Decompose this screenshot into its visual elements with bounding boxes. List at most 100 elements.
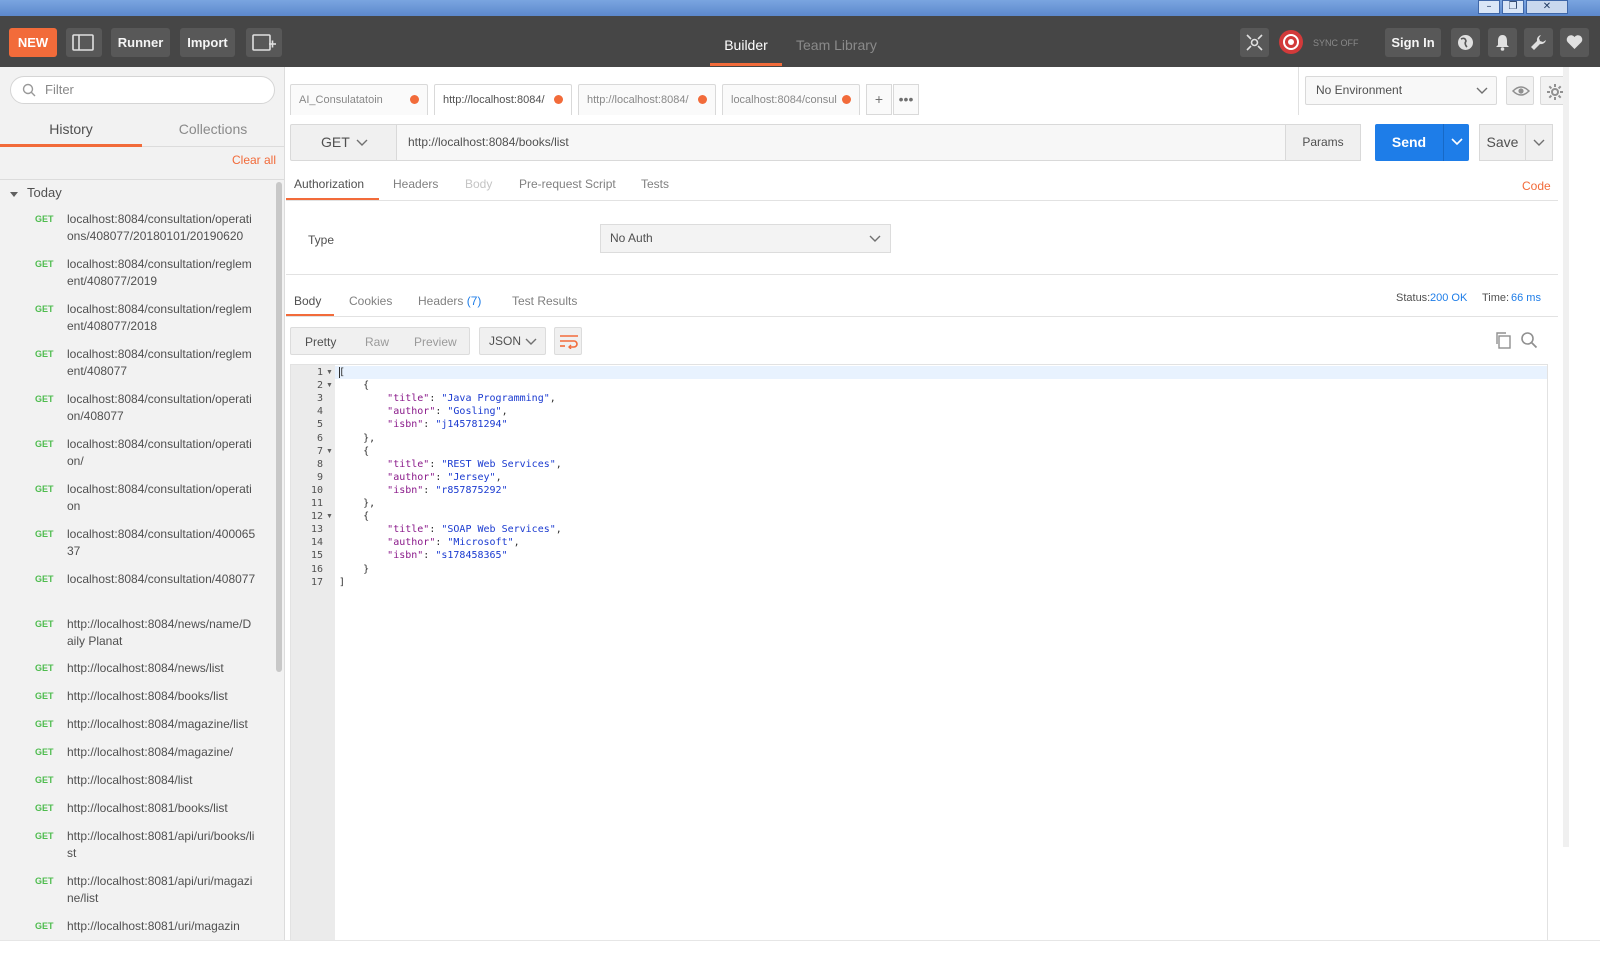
- history-item[interactable]: GET http://localhost:8084/books/list: [0, 688, 275, 712]
- environment-value: No Environment: [1316, 83, 1403, 97]
- sidebar-layout-icon: [72, 34, 94, 51]
- params-button[interactable]: Params: [1285, 124, 1361, 161]
- divider: [0, 179, 285, 180]
- request-tab[interactable]: http://localhost:8084/: [578, 84, 716, 115]
- add-tab-button[interactable]: +: [866, 84, 892, 115]
- save-options-button[interactable]: [1525, 124, 1553, 161]
- gear-icon: [1547, 84, 1563, 100]
- clear-all-link[interactable]: Clear all: [232, 153, 276, 167]
- method-badge: GET: [35, 439, 54, 449]
- method-badge: GET: [35, 214, 54, 224]
- history-item[interactable]: GET http://localhost:8081/api/uri/magazin…: [0, 873, 275, 915]
- sidebar-scrollbar[interactable]: [276, 182, 282, 672]
- tab-history[interactable]: History: [0, 115, 142, 147]
- request-tab-label: localhost:8084/consul: [731, 94, 837, 106]
- eye-icon: [1512, 86, 1530, 96]
- method-select[interactable]: GET: [290, 124, 397, 161]
- format-select[interactable]: JSON: [479, 327, 546, 355]
- tab-cookies[interactable]: Cookies: [349, 294, 392, 308]
- history-item[interactable]: GET localhost:8084/consultation/40006537: [0, 526, 275, 568]
- minimize-button[interactable]: –: [1478, 0, 1500, 14]
- time-value[interactable]: 66 ms: [1511, 292, 1541, 304]
- history-item[interactable]: GET localhost:8084/consultation/operation…: [0, 391, 275, 433]
- interceptor-button[interactable]: [1240, 28, 1269, 57]
- method-badge: GET: [35, 719, 54, 729]
- tab-body[interactable]: Body: [465, 177, 492, 191]
- plus-icon: +: [874, 91, 884, 107]
- tab-response-headers[interactable]: Headers (7): [418, 294, 481, 308]
- code-link[interactable]: Code: [1522, 179, 1551, 193]
- history-item[interactable]: GET http://localhost:8084/news/list: [0, 660, 275, 684]
- request-tab[interactable]: localhost:8084/consul: [722, 84, 860, 115]
- main-panel: AI_Consulatatoin http://localhost:8084/ …: [286, 67, 1600, 961]
- history-item[interactable]: GET http://localhost:8084/magazine/list: [0, 716, 275, 740]
- history-item[interactable]: GET localhost:8084/consultation/operation…: [0, 436, 275, 478]
- tab-pre-request-script[interactable]: Pre-request Script: [519, 177, 616, 191]
- notifications-button[interactable]: [1488, 28, 1517, 57]
- new-window-button[interactable]: [246, 28, 282, 57]
- settings-button[interactable]: [1524, 28, 1553, 57]
- search-icon[interactable]: [1520, 331, 1538, 349]
- fold-toggle-icon[interactable]: ▼: [326, 448, 333, 455]
- sync-status-icon[interactable]: [1277, 28, 1305, 56]
- request-tab[interactable]: http://localhost:8084/: [434, 84, 572, 115]
- sign-in-button[interactable]: Sign In: [1385, 28, 1441, 57]
- line-number: 15: [310, 550, 323, 562]
- history-item[interactable]: GET http://localhost:8081/uri/magazin: [0, 918, 275, 942]
- tab-response-body[interactable]: Body: [294, 294, 321, 308]
- close-window-button[interactable]: ✕: [1526, 0, 1568, 14]
- fold-toggle-icon[interactable]: ▼: [326, 513, 333, 520]
- history-item[interactable]: GET http://localhost:8084/magazine/: [0, 744, 275, 768]
- tab-test-results[interactable]: Test Results: [512, 294, 577, 308]
- method-value: GET: [321, 134, 350, 150]
- save-button[interactable]: Save: [1479, 124, 1526, 161]
- runner-button[interactable]: Runner: [111, 28, 170, 57]
- environment-select[interactable]: No Environment: [1305, 76, 1497, 105]
- maximize-button[interactable]: ❐: [1502, 0, 1524, 14]
- request-tab[interactable]: AI_Consulatatoin: [290, 84, 428, 115]
- view-raw[interactable]: Raw: [365, 335, 389, 349]
- history-item[interactable]: GET http://localhost:8081/books/list: [0, 800, 275, 824]
- tab-headers[interactable]: Headers: [393, 177, 438, 191]
- auth-type-select[interactable]: No Auth: [600, 224, 891, 253]
- send-options-button[interactable]: [1443, 124, 1469, 161]
- history-item[interactable]: GET localhost:8084/consultation/reglement…: [0, 346, 275, 388]
- environment-quick-look-button[interactable]: [1506, 76, 1534, 105]
- tab-authorization[interactable]: Authorization: [294, 177, 364, 191]
- send-button[interactable]: Send: [1375, 124, 1443, 161]
- history-item[interactable]: GET localhost:8084/consultation/operation: [0, 481, 275, 523]
- url-input[interactable]: http://localhost:8084/books/list: [397, 124, 1285, 161]
- more-tabs-button[interactable]: •••: [893, 84, 919, 115]
- wrap-lines-button[interactable]: [554, 327, 582, 355]
- history-group-today[interactable]: Today: [27, 185, 62, 200]
- toggle-sidebar-button[interactable]: [66, 28, 102, 57]
- view-pretty[interactable]: Pretty: [305, 335, 336, 349]
- fold-toggle-icon[interactable]: ▼: [326, 369, 333, 376]
- heart-button[interactable]: [1560, 28, 1589, 57]
- code-line: },: [339, 432, 376, 444]
- history-item[interactable]: GET localhost:8084/consultation/reglement…: [0, 256, 275, 298]
- import-button[interactable]: Import: [180, 28, 235, 57]
- history-item[interactable]: GET http://localhost:8081/api/uri/books/l…: [0, 828, 275, 870]
- status-value[interactable]: 200 OK: [1430, 292, 1467, 304]
- history-item[interactable]: GET http://localhost:8084/list: [0, 772, 275, 796]
- copy-icon[interactable]: [1494, 331, 1512, 349]
- history-item[interactable]: GET localhost:8084/consultation/reglement…: [0, 301, 275, 343]
- heart-icon: [1566, 35, 1583, 49]
- caret-down-icon[interactable]: [10, 192, 18, 197]
- history-item[interactable]: GET localhost:8084/consultation/408077: [0, 571, 275, 613]
- response-editor[interactable]: 1 ▼[2 ▼ {3 "title": "Java Programming", 4 "…: [290, 364, 1548, 942]
- tab-tests[interactable]: Tests: [641, 177, 669, 191]
- history-item[interactable]: GET http://localhost:8084/news/name/Daily…: [0, 616, 275, 658]
- history-item[interactable]: GET localhost:8084/consultation/operation…: [0, 211, 275, 253]
- tab-collections[interactable]: Collections: [142, 115, 284, 147]
- unsaved-dot: [554, 95, 563, 104]
- fold-toggle-icon[interactable]: ▼: [326, 382, 333, 389]
- filter-input[interactable]: Filter: [10, 76, 275, 104]
- new-button[interactable]: NEW: [9, 28, 57, 57]
- method-badge: GET: [35, 775, 54, 785]
- main-scrollbar[interactable]: [1563, 67, 1569, 847]
- view-preview[interactable]: Preview: [414, 335, 457, 349]
- history-url: localhost:8084/consultation/operation/40…: [67, 392, 252, 423]
- globe-button[interactable]: [1451, 28, 1480, 57]
